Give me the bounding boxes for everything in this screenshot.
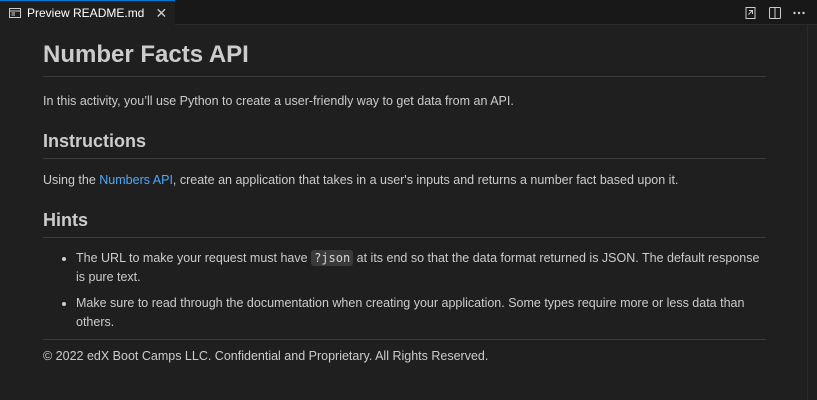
list-item: The URL to make your request must have ?… [76,249,766,287]
instructions-heading: Instructions [43,131,766,159]
more-actions-icon[interactable] [789,3,809,23]
close-icon[interactable]: ✕ [153,5,169,21]
hints-heading: Hints [43,210,766,238]
tab-label: Preview README.md [27,6,145,20]
tab-bar: Preview README.md ✕ [0,0,817,25]
split-editor-icon[interactable] [765,3,785,23]
vertical-scrollbar[interactable] [807,25,817,400]
markdown-preview: Number Facts API In this activity, you’l… [43,25,766,366]
editor-actions [741,3,809,23]
tab-bar-spacer [175,0,817,25]
instructions-text-after: , create an application that takes in a … [172,173,679,187]
instructions-text-before: Using the [43,173,100,187]
instructions-paragraph: Using the Numbers API, create an applica… [43,171,766,190]
list-item: Make sure to read through the documentat… [76,294,766,332]
tab-preview-readme[interactable]: Preview README.md ✕ [0,0,176,25]
intro-paragraph: In this activity, you’ll use Python to c… [43,94,514,108]
hint-text: Make sure to read through the documentat… [76,296,745,329]
copyright-footer: © 2022 edX Boot Camps LLC. Confidential … [43,339,766,366]
inline-code: ?json [311,250,354,266]
preview-icon [8,6,22,20]
page-title: Number Facts API [43,41,766,77]
hints-list: The URL to make your request must have ?… [43,249,766,332]
hint-text-before: The URL to make your request must have [76,251,312,265]
numbers-api-link[interactable]: Numbers API [99,173,173,187]
open-source-icon[interactable] [741,3,761,23]
